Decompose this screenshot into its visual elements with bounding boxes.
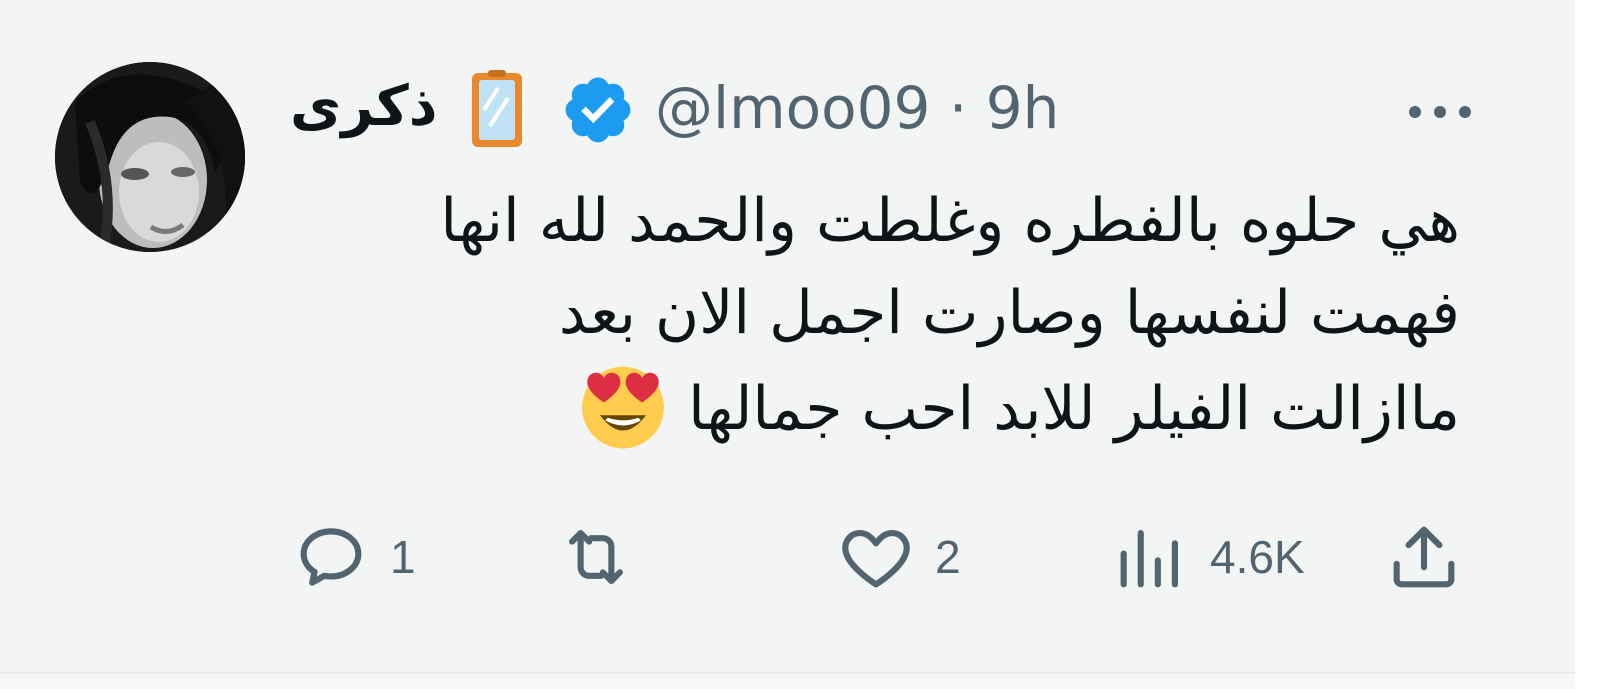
tweet-text-line-2: فهمت لنفسها وصارت اجمل الان بعد — [558, 278, 1460, 348]
tweet-actions: 1 2 4.6K — [0, 505, 1575, 605]
timestamp[interactable]: 9h — [986, 74, 1060, 142]
handle-and-time[interactable]: @lmoo09 · 9h — [655, 74, 1059, 142]
heart-icon — [842, 530, 910, 588]
avatar-photo — [55, 62, 245, 252]
page-margin — [1575, 0, 1600, 689]
share-icon — [1393, 526, 1455, 588]
retweet-icon — [569, 530, 623, 584]
views-count: 4.6K — [1210, 531, 1305, 583]
tweet-text-line-3: ماازالت الفيلر للابد احب جمالها — [688, 374, 1460, 444]
avatar[interactable] — [55, 62, 245, 252]
views-button[interactable]: 4.6K — [1110, 517, 1305, 597]
retweet-button[interactable] — [555, 517, 655, 597]
tweet-card[interactable]: ذكرى @lmoo09 · 9h هي حلوه بالفطره وغلطت … — [0, 0, 1575, 674]
like-button[interactable]: 2 — [835, 517, 961, 597]
verified-badge-icon — [565, 77, 631, 143]
like-count: 2 — [935, 531, 961, 583]
reply-button[interactable]: 1 — [290, 517, 416, 597]
separator: · — [948, 74, 968, 142]
reply-count: 1 — [390, 531, 416, 583]
analytics-icon — [1120, 530, 1178, 588]
share-button[interactable] — [1383, 517, 1465, 597]
tweet-text: هي حلوه بالفطره وغلطت والحمد لله انها فه… — [280, 175, 1460, 455]
display-name[interactable]: ذكرى — [290, 74, 437, 139]
tweet-text-line-1: هي حلوه بالفطره وغلطت والحمد لله انها — [440, 186, 1460, 256]
tweet-header: ذكرى @lmoo09 · 9h — [290, 70, 1490, 150]
heart-eyes-emoji-icon — [582, 366, 664, 449]
handle[interactable]: @lmoo09 — [655, 74, 930, 142]
more-icon[interactable] — [1405, 102, 1475, 122]
tweet-text-line-3-wrap: ماازالت الفيلر للابد احب جمالها — [280, 359, 1460, 455]
reply-icon — [300, 528, 362, 586]
mirror-icon — [472, 70, 522, 147]
